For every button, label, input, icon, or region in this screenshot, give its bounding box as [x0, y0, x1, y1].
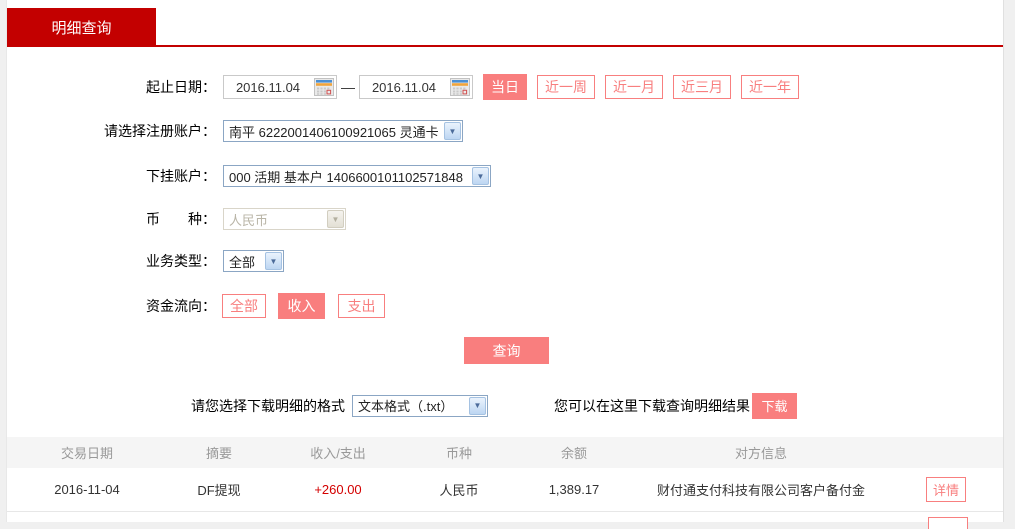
- header-counterparty: 对方信息: [734, 446, 787, 461]
- calendar-icon[interactable]: [448, 76, 472, 98]
- header-summary: 摘要: [205, 446, 232, 461]
- header-currency: 币种: [445, 446, 472, 461]
- currency-row: 币 种： 人民币 ▼: [7, 207, 346, 231]
- register-account-value: 南平 6222001406100921065 灵通卡: [229, 124, 439, 140]
- chevron-down-icon: ▼: [265, 252, 282, 270]
- date-range-separator: —: [341, 79, 355, 95]
- chevron-down-icon: ▼: [327, 210, 344, 228]
- start-date-value: 2016.11.04: [235, 79, 301, 95]
- fund-direction-expense-button[interactable]: 支出: [338, 293, 385, 318]
- calendar-icon[interactable]: [312, 76, 336, 98]
- detail-button[interactable]: 详情: [926, 477, 966, 502]
- cell-amount: +260.00: [314, 482, 362, 497]
- detail-button-partial[interactable]: [928, 517, 968, 529]
- cell-summary: DF提现: [197, 483, 241, 498]
- currency-value: 人民币: [229, 212, 269, 228]
- date-range-row: 起止日期： 2016.11.04 — 2016.11.04 当日 近一周 近一月…: [7, 74, 799, 100]
- chevron-down-icon: ▼: [472, 167, 489, 185]
- tab-detail-query[interactable]: 明细查询: [7, 8, 156, 46]
- business-type-value: 全部: [229, 254, 256, 270]
- end-date-input[interactable]: 2016.11.04: [359, 75, 473, 99]
- content-panel: 明细查询 起止日期： 2016.11.04 — 2016.11.04 当日 近一…: [6, 0, 1004, 529]
- cell-trade-date: 2016-11-04: [54, 482, 120, 497]
- business-type-label: 业务类型：: [146, 253, 216, 269]
- cell-balance: 1,389.17: [548, 482, 600, 497]
- business-type-select[interactable]: 全部 ▼: [223, 250, 284, 272]
- business-type-row: 业务类型： 全部 ▼: [7, 249, 284, 273]
- date-range-label: 起止日期：: [146, 79, 216, 95]
- table-header: 交易日期 摘要 收入/支出 币种 余额 对方信息: [7, 437, 1003, 468]
- header-balance: 余额: [560, 446, 587, 461]
- start-date-input[interactable]: 2016.11.04: [223, 75, 337, 99]
- header-trade-date: 交易日期: [60, 446, 113, 461]
- download-format-label: 请您选择下载明细的格式: [191, 397, 345, 414]
- sub-account-select[interactable]: 000 活期 基本户 1406600101102571848 ▼: [223, 165, 491, 187]
- register-account-row: 请选择注册账户： 南平 6222001406100921065 灵通卡 ▼: [7, 119, 463, 143]
- currency-label: 币 种：: [146, 211, 216, 227]
- quick-range-quarter-button[interactable]: 近三月: [673, 75, 731, 99]
- download-format-value: 文本格式（.txt）: [358, 399, 454, 414]
- chevron-down-icon: ▼: [469, 396, 486, 415]
- quick-range-week-button[interactable]: 近一周: [537, 75, 595, 99]
- chevron-down-icon: ▼: [444, 122, 461, 140]
- table-row: 2016-11-04 DF提现 +260.00 人民币 1,389.17 财付通…: [7, 468, 1003, 512]
- fund-direction-row: 资金流向： 全部 收入 支出: [7, 292, 385, 319]
- quick-range-year-button[interactable]: 近一年: [741, 75, 799, 99]
- cell-counterparty: 财付通支付科技有限公司客户备付金: [656, 483, 865, 498]
- sub-account-value: 000 活期 基本户 1406600101102571848: [229, 169, 463, 185]
- cell-currency: 人民币: [439, 483, 479, 498]
- fund-direction-label: 资金流向：: [146, 297, 216, 314]
- tab-underline: [7, 45, 1003, 47]
- download-format-select[interactable]: 文本格式（.txt） ▼: [352, 394, 488, 417]
- fund-direction-all-button[interactable]: 全部: [222, 293, 266, 318]
- sub-account-label: 下挂账户：: [146, 168, 216, 184]
- register-account-label: 请选择注册账户：: [104, 123, 216, 139]
- download-button[interactable]: 下载: [752, 392, 797, 419]
- end-date-value: 2016.11.04: [371, 79, 437, 95]
- sub-account-row: 下挂账户： 000 活期 基本户 1406600101102571848 ▼: [7, 164, 491, 188]
- download-hint: 您可以在这里下载查询明细结果: [554, 397, 750, 414]
- query-button[interactable]: 查询: [464, 337, 549, 364]
- currency-select: 人民币 ▼: [223, 208, 346, 230]
- quick-range-month-button[interactable]: 近一月: [605, 75, 663, 99]
- quick-range-today-button[interactable]: 当日: [483, 74, 527, 100]
- fund-direction-income-button[interactable]: 收入: [278, 292, 325, 319]
- download-row: 请您选择下载明细的格式 文本格式（.txt） ▼ 您可以在这里下载查询明细结果 …: [7, 392, 1003, 419]
- header-income-expense: 收入/支出: [310, 446, 366, 461]
- register-account-select[interactable]: 南平 6222001406100921065 灵通卡 ▼: [223, 120, 463, 142]
